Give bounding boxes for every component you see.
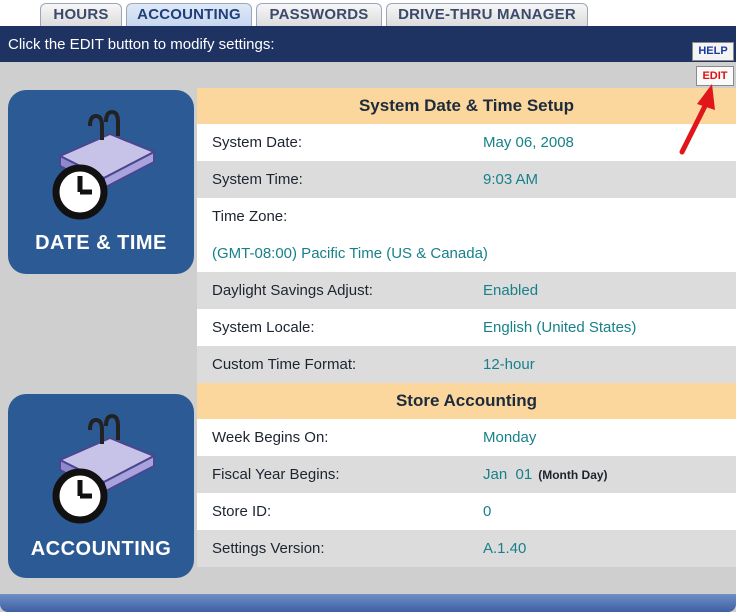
- settings-table: System Date & Time Setup System Date: Ma…: [197, 88, 736, 567]
- table-row: Fiscal Year Begins: Jan 01 (Month Day): [197, 456, 736, 493]
- fiscal-year-note: (Month Day): [538, 468, 608, 482]
- time-zone-label: Time Zone:: [212, 208, 288, 225]
- table-row: Daylight Savings Adjust: Enabled: [197, 272, 736, 309]
- table-row: Time Zone:: [197, 198, 736, 235]
- tab-drive-thru-manager[interactable]: DRIVE-THRU MANAGER: [386, 3, 588, 26]
- accounting-panel: ACCOUNTING: [8, 394, 194, 578]
- tab-hours[interactable]: HOURS: [40, 3, 122, 26]
- tab-accounting[interactable]: ACCOUNTING: [126, 3, 252, 26]
- table-row: Week Begins On: Monday: [197, 419, 736, 456]
- time-zone-value: (GMT-08:00) Pacific Time (US & Canada): [212, 245, 488, 262]
- calendar-clock-icon: [52, 413, 157, 524]
- daylight-savings-value: Enabled: [483, 282, 539, 299]
- settings-version-label: Settings Version:: [212, 540, 325, 557]
- date-time-label: DATE & TIME: [35, 232, 167, 254]
- system-locale-label: System Locale:: [212, 319, 315, 336]
- tab-bar: HOURS ACCOUNTING PASSWORDS DRIVE-THRU MA…: [0, 0, 736, 28]
- fiscal-year-value-wrap: Jan 01 (Month Day): [483, 466, 608, 483]
- settings-version-value: A.1.40: [483, 540, 527, 557]
- table-row: System Date: May 06, 2008: [197, 124, 736, 161]
- daylight-savings-label: Daylight Savings Adjust:: [212, 282, 373, 299]
- calendar-clock-icon: [52, 109, 157, 220]
- table-row: Settings Version: A.1.40: [197, 530, 736, 567]
- store-id-label: Store ID:: [212, 503, 272, 520]
- table-row: System Time: 9:03 AM: [197, 161, 736, 198]
- table-row: (GMT-08:00) Pacific Time (US & Canada): [197, 235, 736, 272]
- table-row: Custom Time Format: 12-hour: [197, 346, 736, 383]
- accounting-section-header: Store Accounting: [197, 383, 736, 419]
- table-row: System Locale: English (United States): [197, 309, 736, 346]
- system-date-label: System Date:: [212, 134, 303, 151]
- time-format-label: Custom Time Format:: [212, 356, 357, 373]
- system-locale-value: English (United States): [483, 319, 637, 336]
- fiscal-year-value: Jan 01: [483, 466, 533, 483]
- fiscal-year-label: Fiscal Year Begins:: [212, 466, 340, 483]
- date-time-section-header: System Date & Time Setup: [197, 88, 736, 124]
- date-time-panel: DATE & TIME: [8, 90, 194, 274]
- edit-button[interactable]: EDIT: [696, 66, 734, 86]
- table-row: Store ID: 0: [197, 493, 736, 530]
- help-button[interactable]: HELP: [692, 42, 734, 61]
- system-date-value: May 06, 2008: [483, 134, 574, 151]
- week-begins-label: Week Begins On:: [212, 429, 329, 446]
- store-id-value: 0: [483, 503, 492, 520]
- bottom-bar: [0, 594, 736, 612]
- system-time-value: 9:03 AM: [483, 171, 539, 188]
- time-format-value: 12-hour: [483, 356, 535, 373]
- title-bar: Click the EDIT button to modify settings…: [0, 26, 736, 62]
- system-time-label: System Time:: [212, 171, 303, 188]
- week-begins-value: Monday: [483, 429, 537, 446]
- tab-passwords[interactable]: PASSWORDS: [256, 3, 382, 26]
- instruction-text: Click the EDIT button to modify settings…: [8, 36, 275, 53]
- accounting-label: ACCOUNTING: [30, 538, 172, 560]
